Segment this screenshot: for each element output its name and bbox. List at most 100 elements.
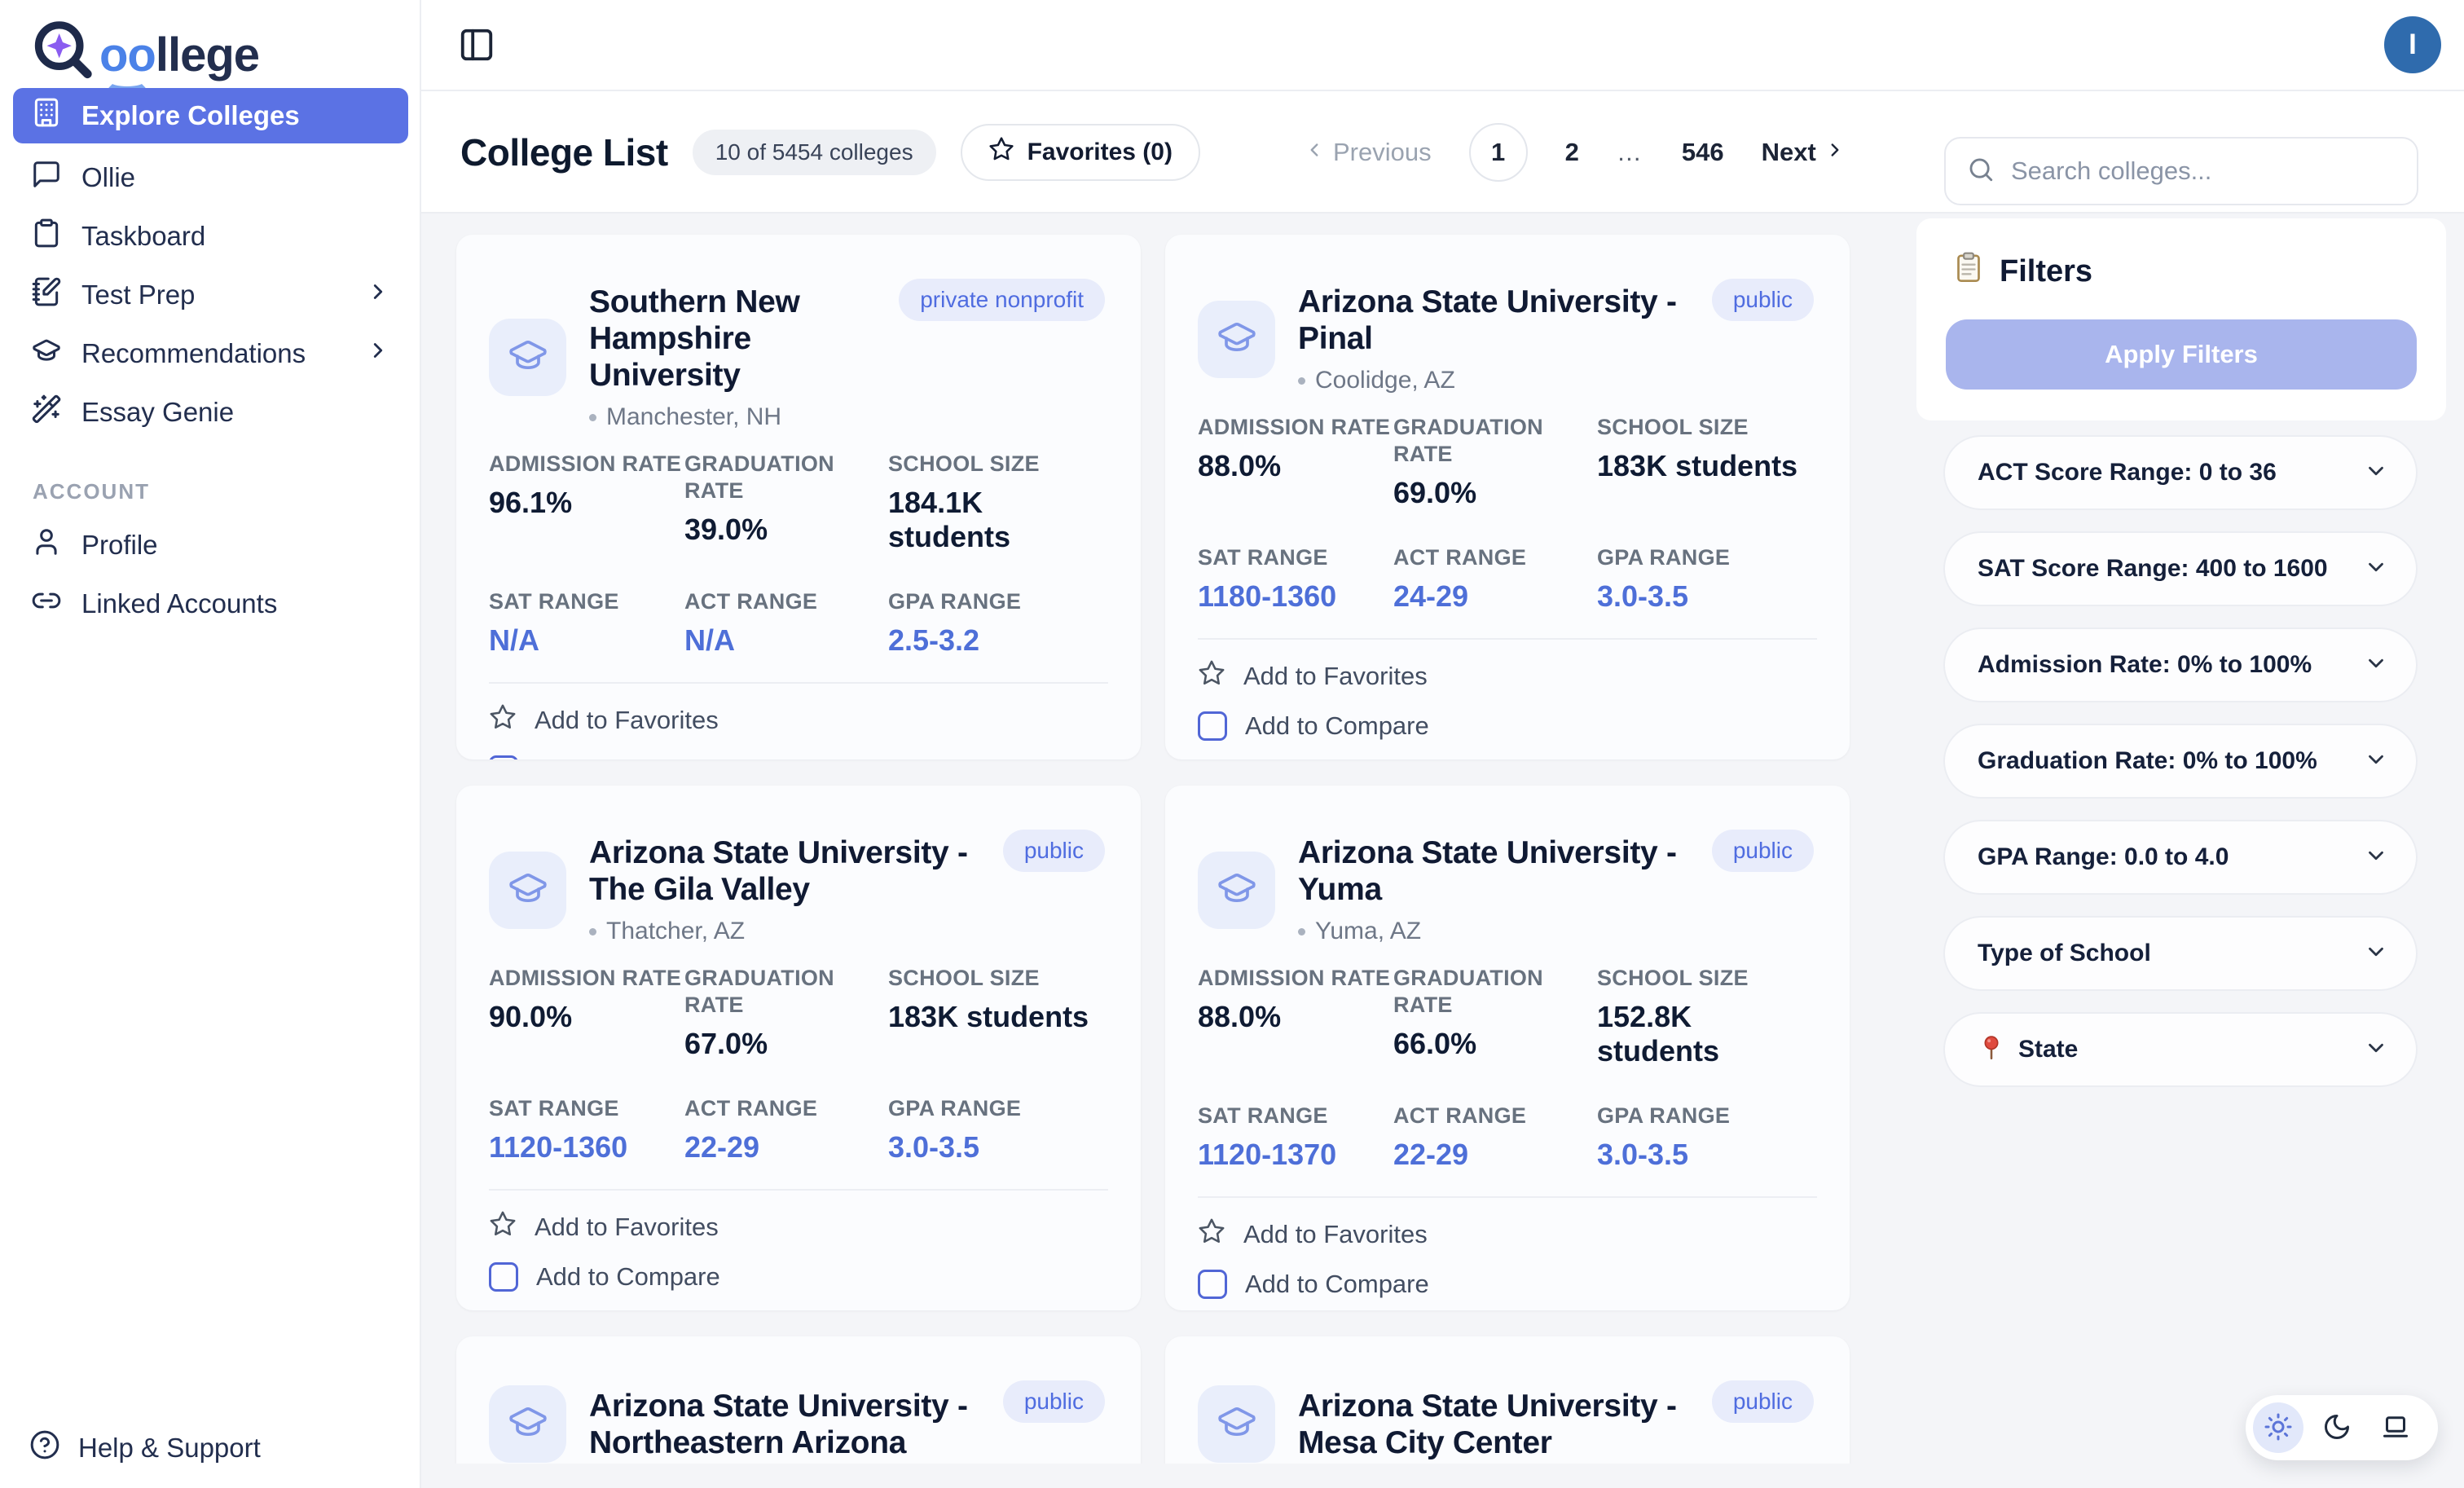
notebook-pen-icon <box>31 276 62 314</box>
graduation-cap-icon <box>507 334 549 381</box>
star-icon <box>489 1210 517 1244</box>
theme-system-button[interactable] <box>2370 1402 2421 1453</box>
location-dot <box>1298 928 1305 936</box>
gpa-range-value: 3.0-3.5 <box>888 1130 1108 1164</box>
college-name[interactable]: Arizona State University - Mesa City Cen… <box>1298 1388 1689 1461</box>
list-header: College List 10 of 5454 colleges Favorit… <box>421 91 2464 214</box>
theme-dark-button[interactable] <box>2312 1402 2362 1453</box>
stat-label: ADMISSION RATE <box>1198 965 1393 992</box>
pagination-page-1-current[interactable]: 1 <box>1469 123 1528 182</box>
sidebar-item-label: Essay Genie <box>81 397 234 428</box>
location-dot <box>589 414 596 421</box>
sidebar-item-label: Profile <box>81 530 158 561</box>
chat-bubble-icon <box>31 159 62 196</box>
add-to-favorites-button[interactable]: Add to Favorites <box>489 703 719 737</box>
stat-label: SAT RANGE <box>489 1095 684 1122</box>
add-to-compare-control[interactable]: Add to Compare <box>489 1262 1108 1292</box>
theme-light-button[interactable] <box>2253 1402 2303 1453</box>
sidebar-item-label: Explore Colleges <box>81 100 300 131</box>
location-dot <box>589 928 596 936</box>
sidebar-item-help-support[interactable]: Help & Support <box>29 1429 261 1467</box>
avatar-initial: I <box>2409 29 2417 61</box>
filter-admission-rate[interactable]: Admission Rate: 0% to 100% <box>1943 627 2418 702</box>
filter-act-score-range[interactable]: ACT Score Range: 0 to 36 <box>1943 435 2418 510</box>
filter-gpa-range[interactable]: GPA Range: 0.0 to 4.0 <box>1943 820 2418 895</box>
user-icon <box>31 526 62 564</box>
graduation-rate-value: 39.0% <box>684 513 888 547</box>
search-field <box>1944 137 2418 205</box>
college-type-badge: public <box>1712 830 1814 872</box>
add-to-compare-control[interactable]: Add to Compare <box>1198 711 1817 741</box>
college-card: Arizona State University - Northeastern … <box>456 1336 1141 1464</box>
act-range-value: N/A <box>684 623 888 658</box>
college-name[interactable]: Arizona State University - Yuma <box>1298 834 1689 908</box>
graduation-cap-icon <box>1216 316 1258 363</box>
sidebar-item-explore-colleges[interactable]: Explore Colleges <box>13 88 408 143</box>
theme-toggle <box>2246 1395 2438 1460</box>
stat-label: GPA RANGE <box>888 1095 1108 1122</box>
sidebar-item-profile[interactable]: Profile <box>13 516 408 575</box>
pagination-next-button[interactable]: Next <box>1762 138 1846 167</box>
add-to-compare-label: Add to Compare <box>536 755 720 759</box>
add-to-favorites-button[interactable]: Add to Favorites <box>489 1210 719 1244</box>
filters-title: Filters <box>1952 251 2092 292</box>
compare-checkbox[interactable] <box>1198 1270 1227 1299</box>
stat-label: SAT RANGE <box>1198 1103 1393 1129</box>
search-input[interactable] <box>2011 156 2396 186</box>
pagination-next-label: Next <box>1762 138 1816 167</box>
compare-checkbox[interactable] <box>1198 711 1227 741</box>
filter-sat-score-range[interactable]: SAT Score Range: 400 to 1600 <box>1943 531 2418 606</box>
add-to-favorites-button[interactable]: Add to Favorites <box>1198 659 1428 693</box>
logo-wordmark: oollege <box>99 32 259 79</box>
user-avatar[interactable]: I <box>2384 16 2441 73</box>
college-icon-tile <box>1198 852 1275 929</box>
sidebar-item-recommendations[interactable]: Recommendations <box>13 324 408 383</box>
graduation-cap-icon <box>1216 1401 1258 1447</box>
add-to-favorites-button[interactable]: Add to Favorites <box>1198 1217 1428 1252</box>
chevron-right-icon <box>1824 138 1846 167</box>
clipboard-emoji-icon <box>1952 251 1985 292</box>
chevron-down-icon <box>2364 555 2388 583</box>
sat-range-value: 1120-1360 <box>489 1130 684 1164</box>
stat-label: ADMISSION RATE <box>489 451 684 478</box>
add-to-compare-control[interactable]: Add to Compare <box>489 755 1108 759</box>
moon-icon <box>2322 1412 2352 1444</box>
graduation-rate-value: 67.0% <box>684 1027 888 1061</box>
sat-range-value: 1120-1370 <box>1198 1138 1393 1172</box>
compare-checkbox[interactable] <box>489 1262 518 1292</box>
star-icon <box>1198 659 1225 693</box>
sidebar-item-linked-accounts[interactable]: Linked Accounts <box>13 575 408 633</box>
admission-rate-value: 88.0% <box>1198 449 1393 483</box>
stat-label: ACT RANGE <box>1393 544 1597 571</box>
filter-graduation-rate[interactable]: Graduation Rate: 0% to 100% <box>1943 724 2418 799</box>
magnifier-q-icon <box>29 18 99 92</box>
sat-range-value: N/A <box>489 623 684 658</box>
compare-checkbox[interactable] <box>489 755 518 759</box>
school-size-value: 184.1K students <box>888 486 1108 554</box>
sidebar-item-test-prep[interactable]: Test Prep <box>13 266 408 324</box>
college-name[interactable]: Southern New Hampshire University <box>589 284 876 394</box>
stat-label: SCHOOL SIZE <box>888 965 1108 992</box>
pagination-page-2[interactable]: 2 <box>1565 138 1579 167</box>
college-name[interactable]: Arizona State University - Northeastern … <box>589 1388 980 1461</box>
sidebar-item-essay-genie[interactable]: Essay Genie <box>13 383 408 442</box>
add-to-compare-control[interactable]: Add to Compare <box>1198 1270 1817 1299</box>
main-content: Southern New Hampshire University Manche… <box>421 214 2464 1488</box>
college-type-badge: public <box>1003 830 1105 872</box>
favorites-button[interactable]: Favorites (0) <box>961 124 1200 181</box>
apply-filters-button[interactable]: Apply Filters <box>1946 319 2417 390</box>
college-name[interactable]: Arizona State University - The Gila Vall… <box>589 834 980 908</box>
add-to-compare-label: Add to Compare <box>1245 711 1429 741</box>
college-name[interactable]: Arizona State University - Pinal <box>1298 284 1689 357</box>
pagination-page-last[interactable]: 546 <box>1682 138 1724 167</box>
filter-state[interactable]: State <box>1943 1012 2418 1087</box>
add-to-favorites-label: Add to Favorites <box>535 1213 719 1242</box>
app-logo[interactable]: oollege <box>29 18 259 92</box>
filter-type-of-school[interactable]: Type of School <box>1943 916 2418 991</box>
sidebar-toggle-button[interactable] <box>457 26 496 65</box>
sidebar-item-ollie[interactable]: Ollie <box>13 148 408 207</box>
round-pushpin-emoji-icon <box>1978 1034 2005 1066</box>
sidebar-item-taskboard[interactable]: Taskboard <box>13 207 408 266</box>
stat-label: GPA RANGE <box>1597 1103 1817 1129</box>
pagination-previous-button[interactable]: Previous <box>1304 138 1432 167</box>
